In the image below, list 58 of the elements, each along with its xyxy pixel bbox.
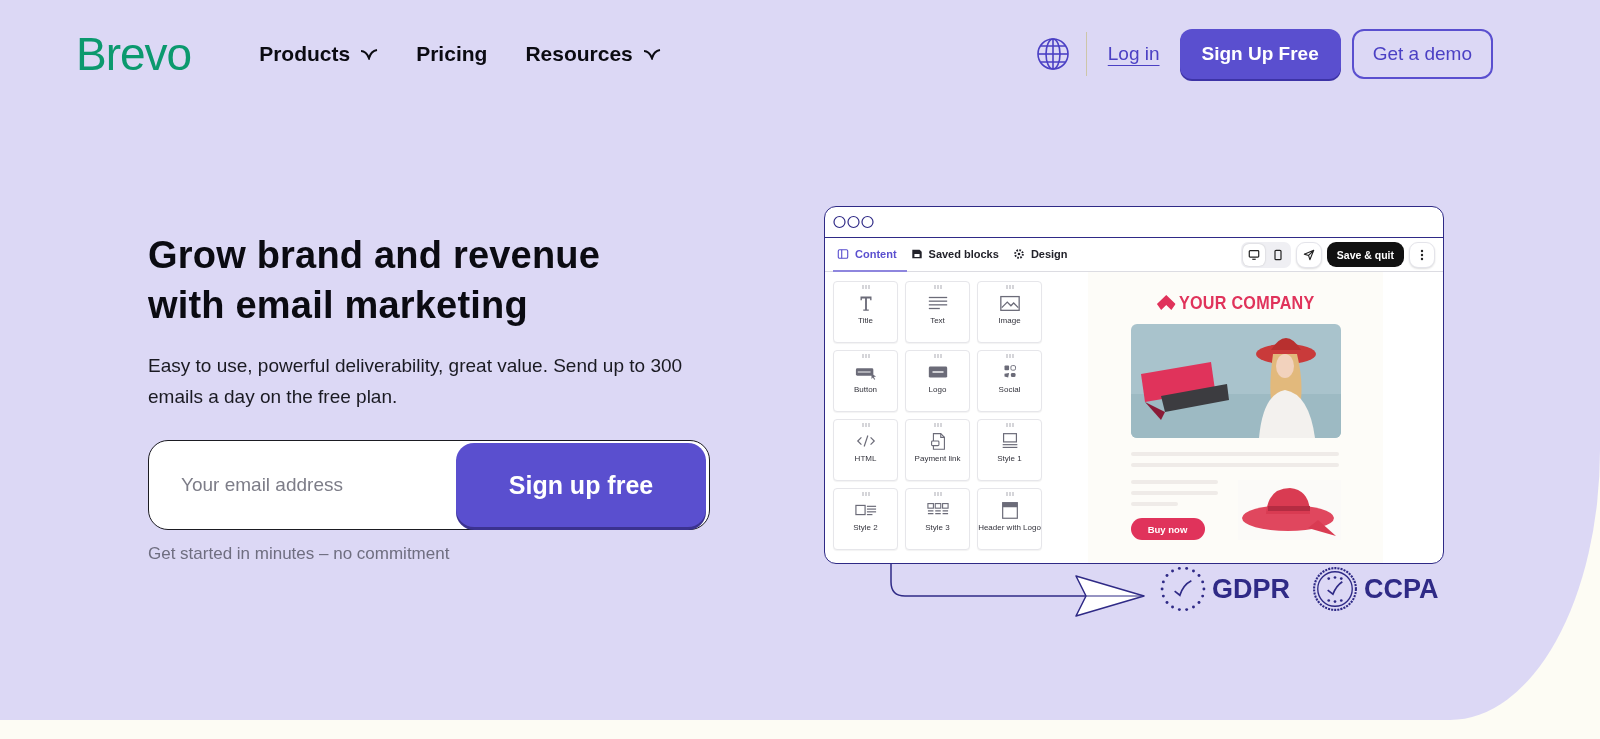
demo-button[interactable]: Get a demo (1351, 29, 1493, 79)
grip-icon (1005, 354, 1014, 358)
grip-icon (933, 492, 942, 496)
grip-icon (861, 285, 870, 289)
grip-icon (1005, 492, 1014, 496)
hero-subtitle: Easy to use, powerful deliverability, great value. Send up to 300 emails a day on the free plan. (148, 354, 684, 409)
nav-item[interactable]: Products (259, 42, 379, 66)
block-tile[interactable]: Logo (905, 350, 970, 412)
nav-item[interactable]: Resources (525, 42, 661, 66)
grip-icon (1005, 423, 1014, 427)
company-name: YOUR COMPANY (1178, 292, 1315, 314)
grip-icon (933, 423, 942, 427)
block-tile[interactable]: Button (833, 350, 898, 412)
nav-item[interactable]: Pricing (416, 42, 488, 66)
grip-icon (861, 423, 870, 427)
diamond-logo-icon (1156, 295, 1176, 311)
more-icon (1420, 248, 1424, 261)
editor-tab[interactable]: Design (1008, 238, 1078, 272)
signup-button[interactable]: Sign Up Free (1179, 29, 1341, 79)
hero-heading: Grow brand and revenue with email marketing (148, 233, 602, 328)
window-controls-icon (833, 215, 875, 229)
block-tile[interactable]: Style 3 (905, 488, 970, 550)
floppy-icon (910, 248, 923, 260)
paper-plane-icon (1302, 248, 1315, 261)
block-tile[interactable]: Style 2 (833, 488, 898, 550)
image-icon (998, 293, 1021, 313)
signup-button[interactable]: Sign up free (456, 443, 706, 527)
compliance-label: CCPA (1364, 573, 1439, 605)
block-tile[interactable]: Social (977, 350, 1042, 412)
monitor-icon (1247, 248, 1260, 261)
globe-icon[interactable] (1035, 37, 1070, 71)
stamp-seal-icon (1312, 566, 1358, 612)
block-tile[interactable]: Style 1 (977, 419, 1042, 481)
block-tile[interactable]: Title (833, 281, 898, 343)
block-tile[interactable]: Header with Logo (977, 488, 1042, 550)
send-button[interactable] (1295, 241, 1322, 268)
block-tile[interactable]: Payment link (905, 419, 970, 481)
signup-caption: Get started in minutes – no commitment (148, 544, 451, 564)
block-tile[interactable]: HTML (833, 419, 898, 481)
editor-tab[interactable]: Saved blocks (906, 238, 1009, 272)
view-toggle[interactable] (1242, 243, 1265, 266)
buy-now-button[interactable]: Buy now (1130, 518, 1205, 540)
grip-icon (861, 492, 870, 496)
grip-icon (933, 285, 942, 289)
editor-tab[interactable]: Content (833, 238, 907, 272)
grip-icon (861, 354, 870, 358)
phone-icon (1271, 248, 1284, 261)
dotted-seal-icon (1160, 566, 1206, 612)
grip-icon (1005, 285, 1014, 289)
compliance-label: GDPR (1212, 573, 1290, 605)
block-tile[interactable]: Text (905, 281, 970, 343)
panel-icon (837, 248, 849, 260)
save-button[interactable]: Save & quit (1326, 242, 1404, 267)
email-signup-field[interactable]: Your email address Sign up free (148, 440, 710, 530)
login-link[interactable]: Log in (1107, 43, 1160, 65)
settings-icon (1012, 248, 1025, 260)
grip-icon (933, 354, 942, 358)
block-tile[interactable]: Image (977, 281, 1042, 343)
